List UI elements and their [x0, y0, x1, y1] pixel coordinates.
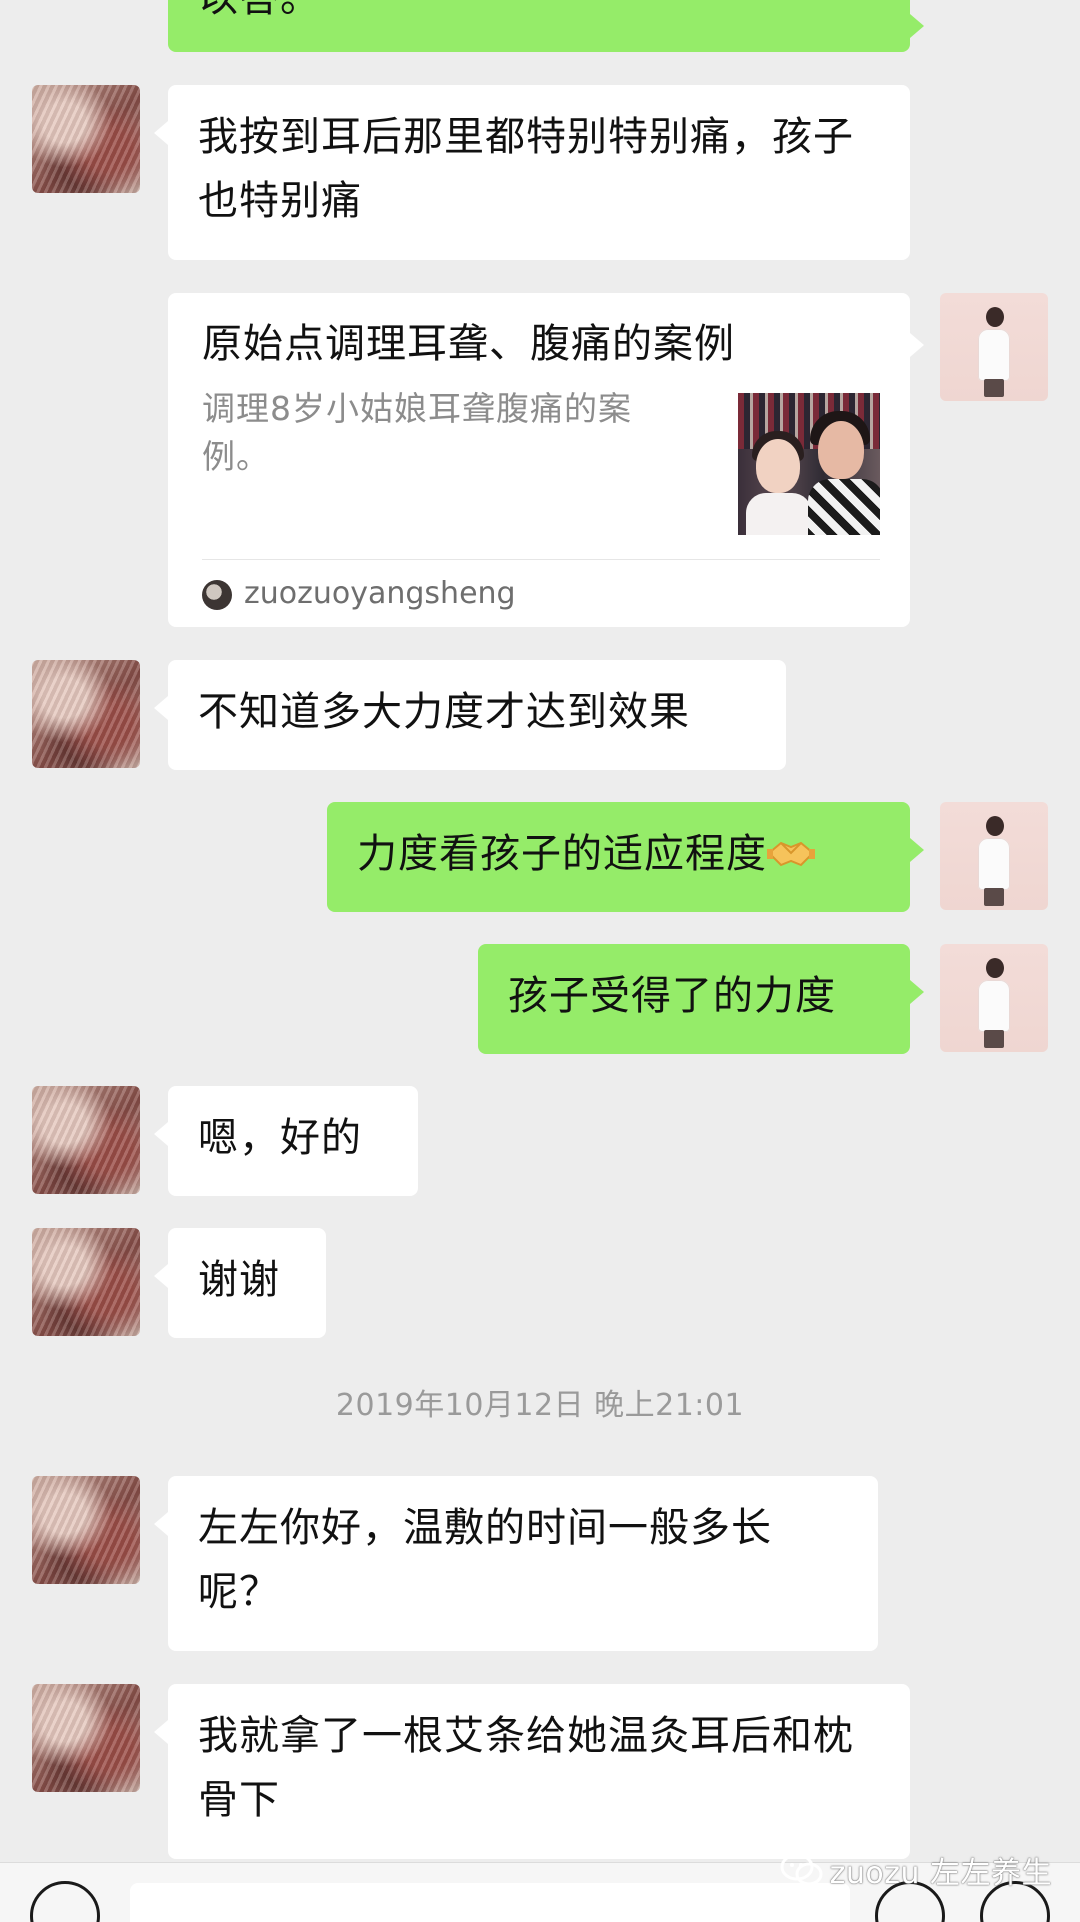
divider	[202, 559, 880, 560]
message-bubble-incoming[interactable]: 我按到耳后那里都特别特别痛，孩子也特别痛	[154, 85, 910, 260]
message-text: 我按到耳后那里都特别特别痛，孩子也特别痛	[198, 114, 854, 224]
chat-area[interactable]: 以答。 我按到耳后那里都特别特别痛，孩子也特别痛 原始点调理耳聋、腹痛的案例 调…	[0, 0, 1080, 1862]
message-text: 以答。	[198, 0, 321, 21]
watermark-text: zuozu 左左养生	[829, 1856, 1052, 1891]
link-card-title: 原始点调理耳聋、腹痛的案例	[202, 321, 735, 367]
contact-avatar[interactable]	[32, 85, 140, 193]
message-bubble-outgoing[interactable]: 力度看孩子的适应程度	[327, 802, 924, 912]
contact-avatar[interactable]	[32, 1684, 140, 1792]
message-text: 不知道多大力度才达到效果	[198, 689, 690, 735]
link-card[interactable]: 原始点调理耳聋、腹痛的案例 调理8岁小姑娘耳聋腹痛的案例。 zuozuoyang…	[168, 293, 924, 627]
message-bubble-incoming[interactable]: 嗯，好的	[154, 1086, 418, 1196]
link-card-description: 调理8岁小姑娘耳聋腹痛的案例。	[202, 389, 632, 476]
message-bubble-incoming[interactable]: 我就拿了一根艾条给她温灸耳后和枕骨下	[154, 1684, 910, 1859]
chat-timestamp: 2019年10月12日 晚上21:01	[335, 1388, 745, 1423]
link-card-source: zuozuoyangsheng	[244, 576, 516, 611]
self-avatar[interactable]	[940, 944, 1048, 1052]
message-text: 嗯，好的	[198, 1115, 362, 1161]
watermark: zuozu 左左养生	[780, 1850, 1052, 1891]
message-text: 力度看孩子的适应程度	[357, 831, 767, 877]
voice-button[interactable]	[30, 1881, 100, 1922]
handshake-emoji-icon	[767, 841, 815, 867]
message-text: 孩子受得了的力度	[508, 973, 836, 1019]
message-text: 谢谢	[198, 1257, 280, 1303]
message-bubble-outgoing[interactable]: 孩子受得了的力度	[478, 944, 924, 1054]
contact-avatar[interactable]	[32, 1476, 140, 1584]
link-card-thumbnail	[738, 393, 880, 535]
message-bubble-incoming[interactable]: 谢谢	[154, 1228, 326, 1338]
contact-avatar[interactable]	[32, 1228, 140, 1336]
contact-avatar[interactable]	[32, 660, 140, 768]
message-input[interactable]	[130, 1883, 850, 1922]
message-bubble-incoming[interactable]: 不知道多大力度才达到效果	[154, 660, 786, 770]
message-bubble-incoming[interactable]: 左左你好，温敷的时间一般多长呢？	[154, 1476, 878, 1651]
self-avatar[interactable]	[940, 293, 1048, 401]
contact-avatar[interactable]	[32, 1086, 140, 1194]
self-avatar[interactable]	[940, 802, 1048, 910]
source-account-icon	[202, 580, 232, 610]
message-bubble-outgoing[interactable]: 以答。	[168, 0, 924, 52]
message-text: 我就拿了一根艾条给她温灸耳后和枕骨下	[198, 1713, 854, 1823]
message-text: 左左你好，温敷的时间一般多长呢？	[198, 1505, 772, 1615]
wechat-icon	[780, 1853, 823, 1886]
